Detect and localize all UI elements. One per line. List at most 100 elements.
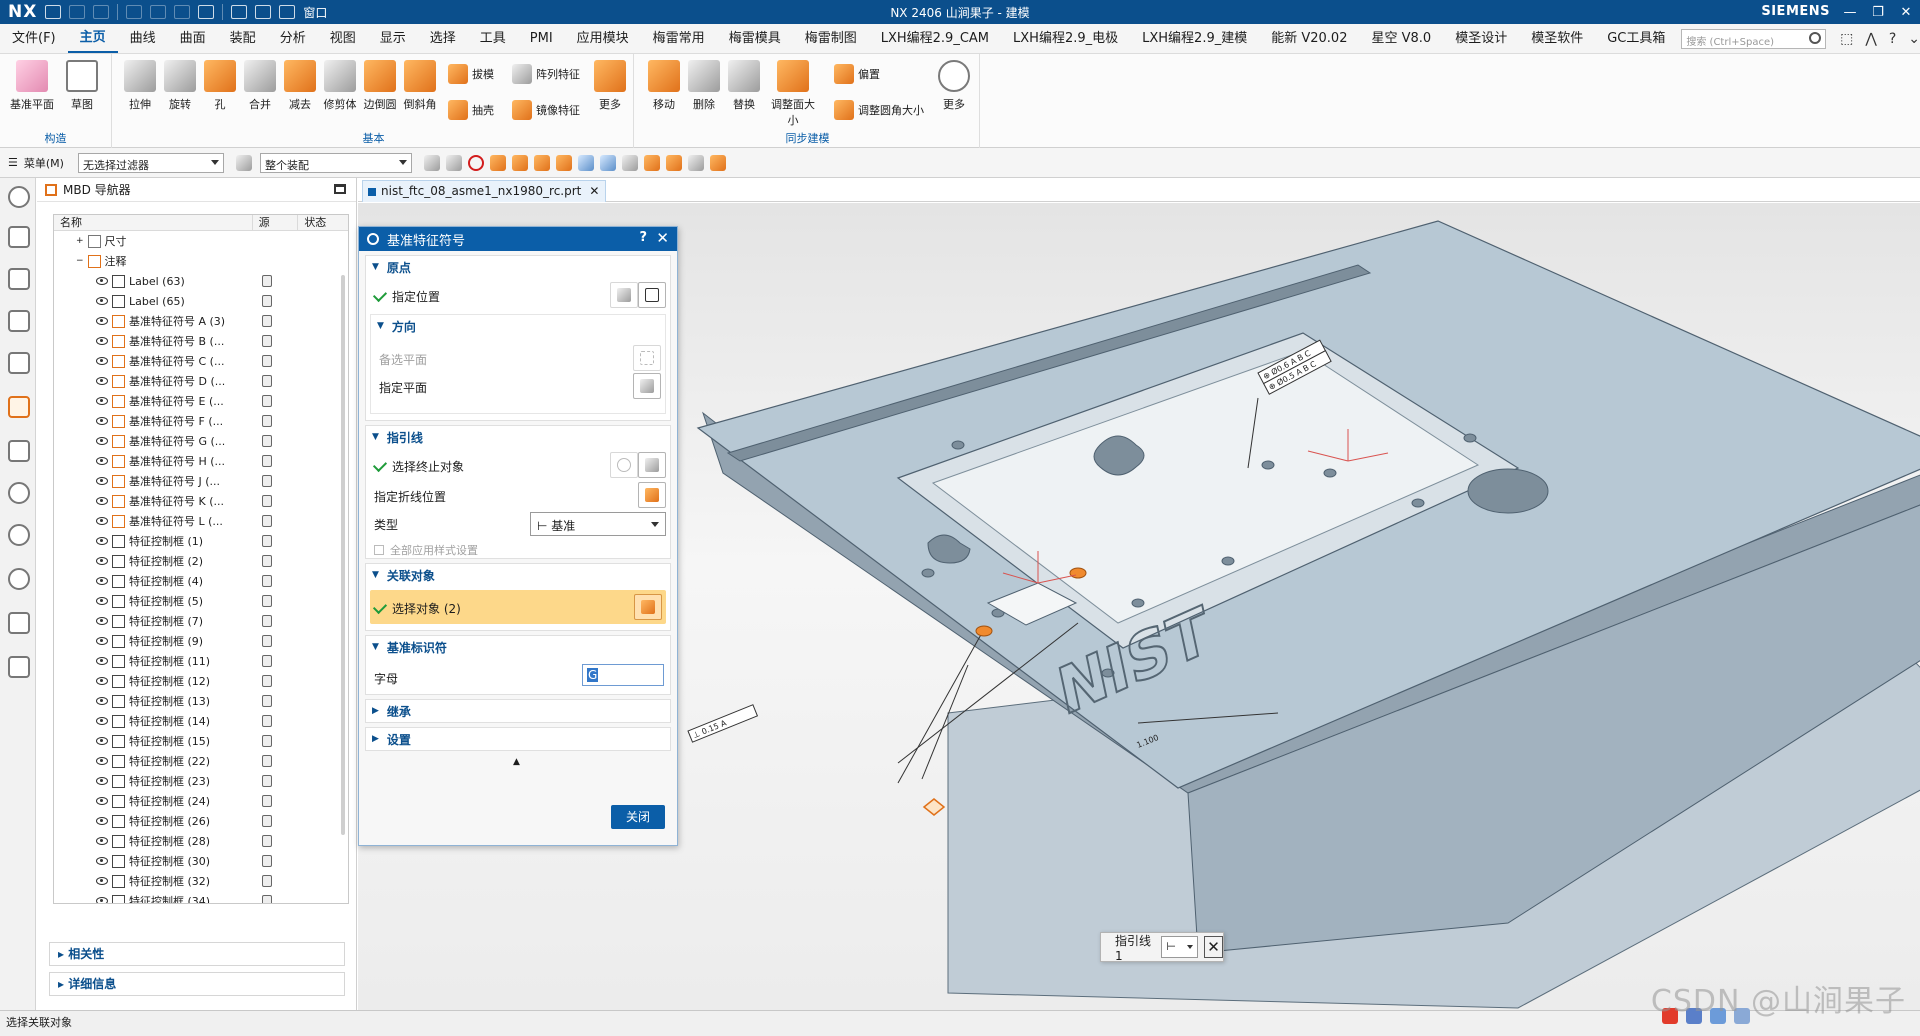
edge-blend-button[interactable]: 边倒圆 [358,60,402,112]
terminator-select-button[interactable] [638,452,666,478]
menu-item[interactable]: 显示 [368,24,418,54]
leader-popup-remove-button[interactable]: ✕ [1203,936,1223,958]
collapse-icon[interactable]: − [76,256,84,266]
view-select-icon[interactable] [687,154,704,171]
select-objects-row[interactable]: 选择对象 (2) [372,599,461,617]
fcf-box[interactable]: ⊥ 0.15 A [687,704,759,743]
large-hole[interactable] [1467,468,1549,514]
menu-item[interactable]: 梅雷制图 [793,24,869,54]
tree-row[interactable]: 特征控制框 (13) [54,691,348,711]
point-select-icon[interactable] [599,154,616,171]
tree-row[interactable]: 特征控制框 (5) [54,591,348,611]
menu-item[interactable]: 曲面 [168,24,218,54]
visibility-eye-icon[interactable] [96,837,108,845]
snap-point-icon[interactable] [621,154,638,171]
hole-button[interactable]: 孔 [198,60,242,112]
specify-jog-row[interactable]: 指定折线位置 [374,488,446,505]
window-switch-icon[interactable] [279,5,296,19]
maximize-panel-icon[interactable] [334,184,346,194]
shell-button[interactable]: 抽壳 [448,100,494,120]
tree-row[interactable]: 特征控制框 (23) [54,771,348,791]
select-objects-button[interactable] [634,594,662,620]
file-tab[interactable]: nist_ftc_08_asme1_nx1980_rc.prt ✕ [362,180,607,202]
direction-section-header[interactable]: ▼ 方向 [371,315,665,337]
command-search-input[interactable]: 搜索 (Ctrl+Space) [1681,28,1827,49]
body-select-icon[interactable] [533,154,550,171]
save-icon[interactable] [45,5,62,19]
leader-section-header[interactable]: ▼ 指引线 [366,426,670,448]
origin-section-header[interactable]: ▼ 原点 [366,256,670,278]
visibility-eye-icon[interactable] [96,637,108,645]
settings-section[interactable]: ▶ 设置 [365,727,671,751]
details-section[interactable]: ▸ 详细信息 [49,972,345,996]
close-tab-icon[interactable]: ✕ [589,184,599,198]
mirror-feature-button[interactable]: 镜像特征 [512,100,580,120]
menu-item[interactable]: 应用模块 [565,24,641,54]
visibility-eye-icon[interactable] [96,457,108,465]
menu-item[interactable]: 选择 [418,24,468,54]
menu-item[interactable]: 视图 [318,24,368,54]
tree-row[interactable]: 特征控制框 (30) [54,851,348,871]
settings-gear-icon[interactable] [8,186,30,208]
trim-body-button[interactable]: 修剪体 [318,60,362,112]
sketch-button[interactable]: 草图 [60,60,104,112]
small-hole[interactable] [1261,460,1275,470]
add-terminator-button[interactable] [610,452,638,478]
datum-preview-symbol[interactable] [922,798,946,816]
menu-item[interactable]: 梅雷常用 [641,24,717,54]
tree-row[interactable]: 特征控制框 (24) [54,791,348,811]
hd3d-tools-icon[interactable] [8,440,30,462]
pattern-feature-button[interactable]: 阵列特征 [512,64,580,84]
small-hole[interactable] [921,568,935,578]
tree-row[interactable]: 特征控制框 (28) [54,831,348,851]
visibility-eye-icon[interactable] [96,777,108,785]
leader-popup-type-dropdown[interactable]: ⊢ [1161,936,1198,958]
filter-icon[interactable] [235,154,252,171]
menu-item[interactable]: GC工具箱 [1595,24,1677,54]
menu-item[interactable]: LXH编程2.9_建模 [1130,24,1259,54]
small-hole[interactable] [1221,556,1235,566]
revolve-button[interactable]: 旋转 [158,60,202,112]
fullscreen-icon[interactable]: ⬚ [1840,31,1853,47]
visibility-eye-icon[interactable] [96,877,108,885]
jog-location-button[interactable] [638,482,666,508]
specify-plane-row[interactable]: 指定平面 [379,379,427,396]
visibility-eye-icon[interactable] [96,677,108,685]
tree-row[interactable]: 基准特征符号 G (... [54,431,348,451]
reuse-library-icon[interactable] [8,352,30,374]
tree-row[interactable]: 基准特征符号 L (... [54,511,348,531]
small-hole[interactable] [1131,598,1145,608]
mbd-navigator-icon[interactable] [8,396,30,418]
system-materials-icon[interactable] [8,612,30,634]
resize-face-button[interactable]: 调整面大小 [766,60,820,128]
menu-item[interactable]: 分析 [268,24,318,54]
role-icon[interactable] [8,656,30,678]
draft-button[interactable]: 拔模 [448,64,494,84]
tree-row[interactable]: 特征控制框 (9) [54,631,348,651]
tree-row[interactable]: 特征控制框 (15) [54,731,348,751]
dialog-close-icon[interactable]: ✕ [656,229,669,247]
tree-row[interactable]: 特征控制框 (7) [54,611,348,631]
select-all-icon[interactable] [423,154,440,171]
identifier-section-header[interactable]: ▼ 基准标识符 [366,636,670,658]
paste-icon[interactable] [174,5,191,19]
letter-input[interactable]: G [582,664,664,686]
tree-row[interactable]: Label (63) [54,271,348,291]
tree-row[interactable]: 基准特征符号 K (... [54,491,348,511]
visibility-eye-icon[interactable] [96,537,108,545]
extrude-button[interactable]: 拉伸 [118,60,162,112]
microphone-icon[interactable] [231,5,248,19]
menu-item[interactable]: 能新 V20.02 [1259,24,1359,54]
text-origin-button[interactable] [610,282,638,308]
more-basic-button[interactable]: 更多 [588,60,632,112]
tree-row[interactable]: 特征控制框 (4) [54,571,348,591]
tree-row[interactable]: Label (65) [54,291,348,311]
replace-face-button[interactable]: 替换 [722,60,766,112]
visibility-eye-icon[interactable] [96,717,108,725]
more-sync-button[interactable]: 更多 [932,60,976,112]
tree-row[interactable]: 基准特征符号 D (... [54,371,348,391]
inherit-section-header[interactable]: ▶ 继承 [366,700,670,722]
visibility-eye-icon[interactable] [96,277,108,285]
tree-row[interactable]: 基准特征符号 E (... [54,391,348,411]
visibility-eye-icon[interactable] [96,357,108,365]
